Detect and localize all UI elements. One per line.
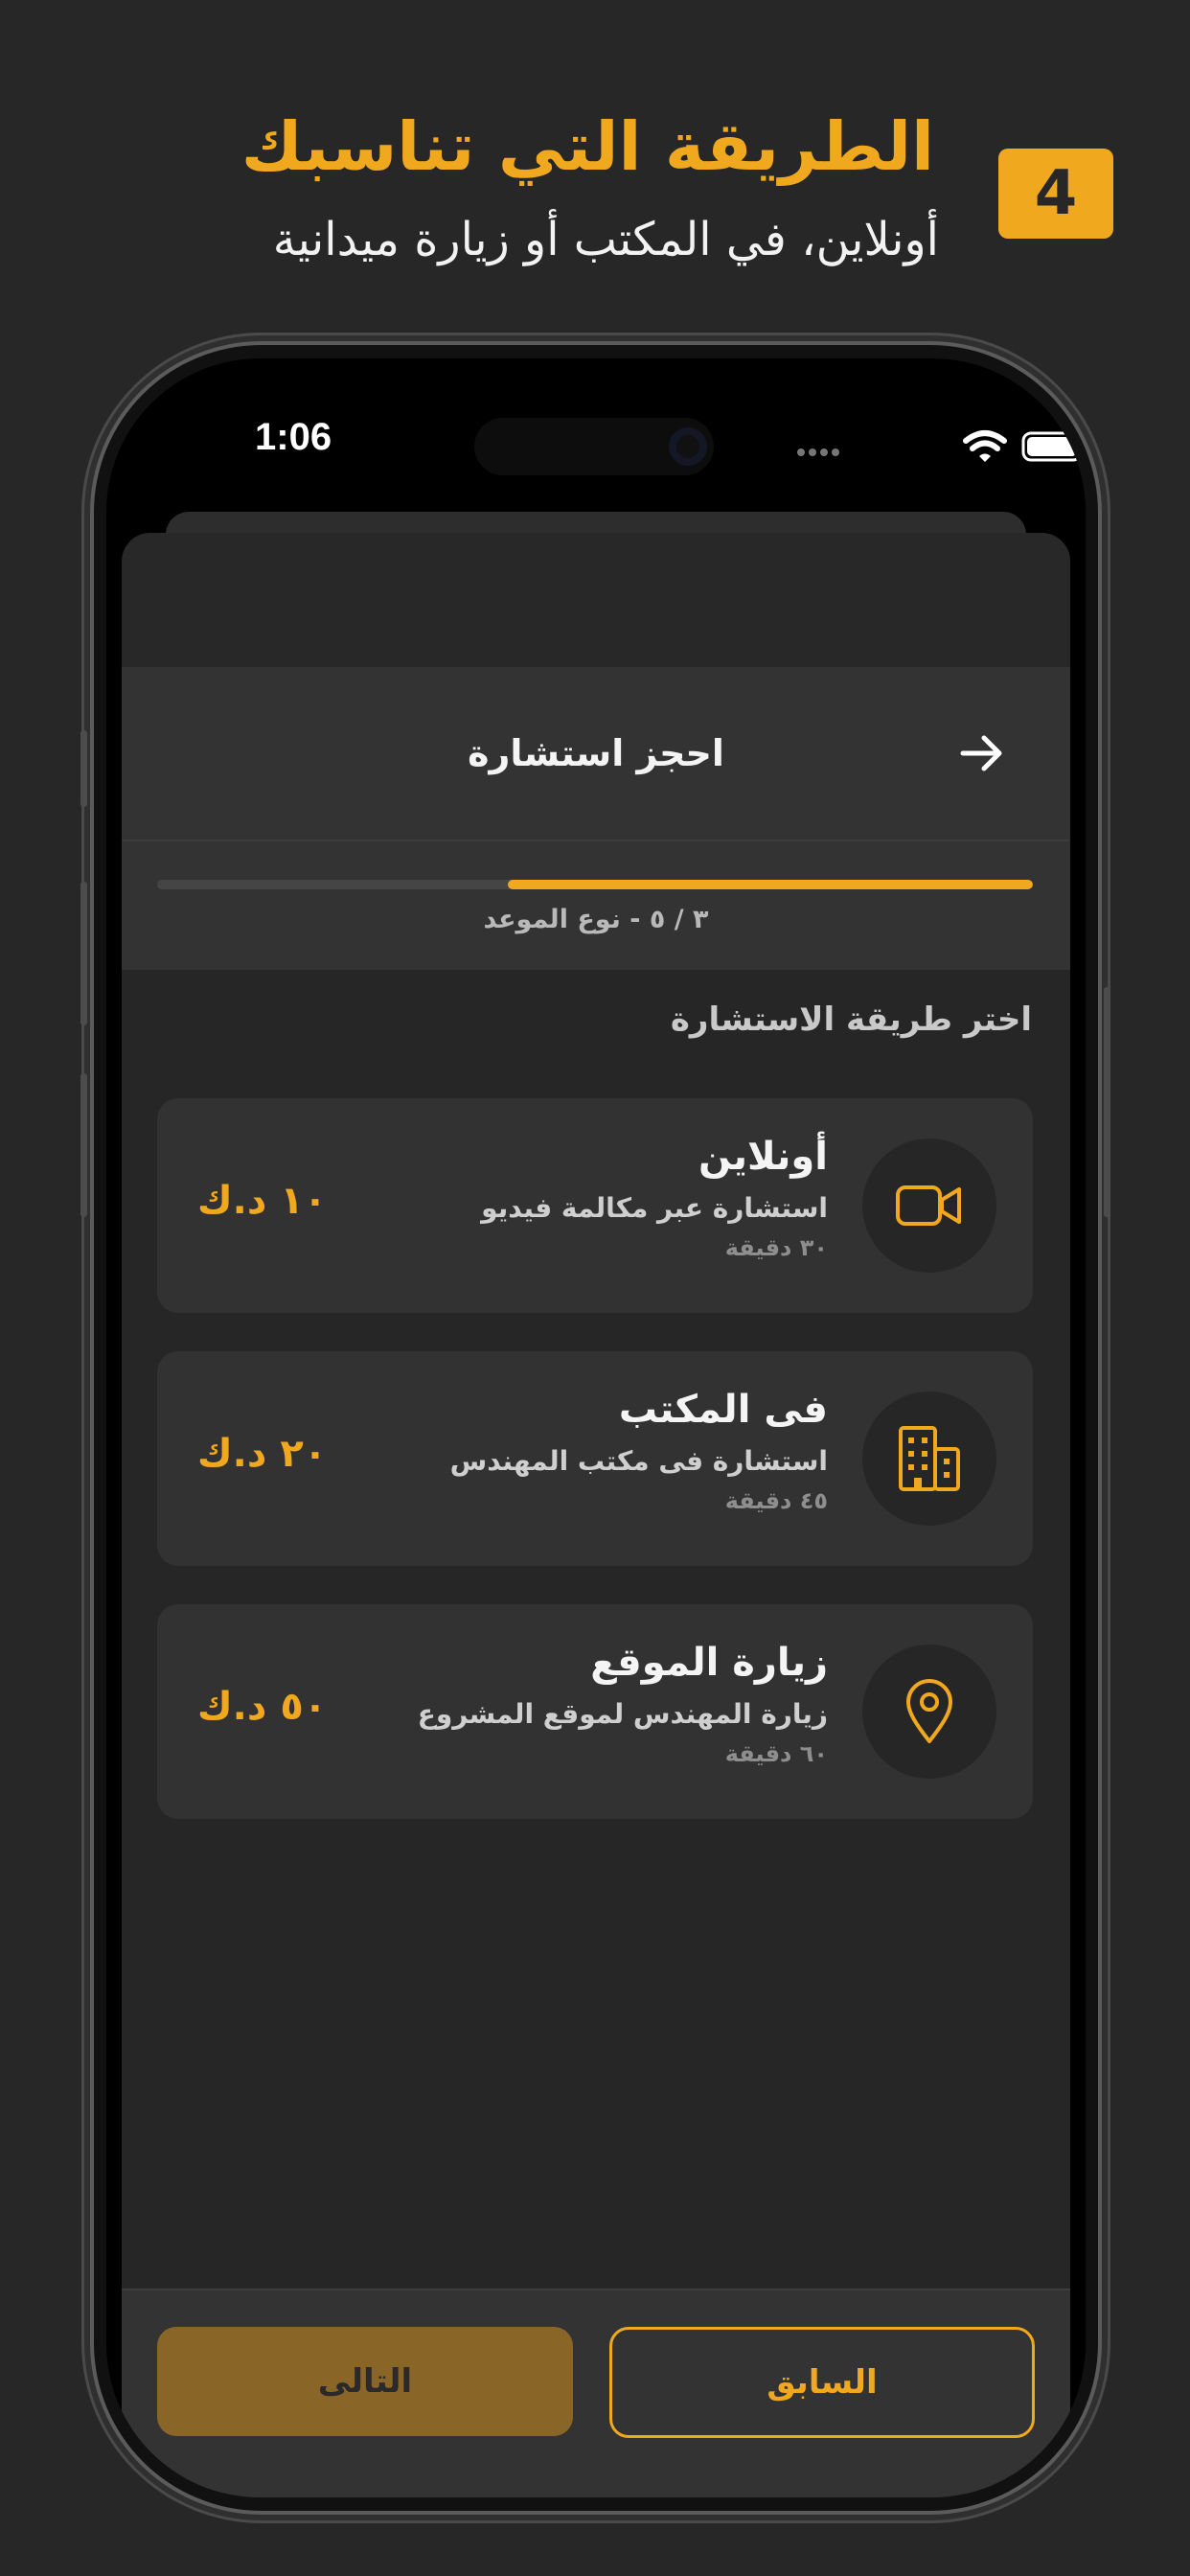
option-price: ١٠ د.ك (197, 1179, 328, 1223)
option-duration: ٤٥ دقيقة (724, 1487, 828, 1514)
wifi-icon (963, 430, 1007, 462)
status-icons (791, 427, 1086, 466)
video-camera-icon (896, 1185, 961, 1226)
progress-track (157, 880, 1033, 889)
side-button-volume-up (80, 882, 87, 1025)
option-card-online[interactable]: أونلاين استشارة عبر مكالمة فيديو ٣٠ دقيق… (157, 1098, 1033, 1313)
progress-section: ٣ / ٥ - نوع الموعد (122, 841, 1070, 970)
option-icon-circle (862, 1644, 996, 1779)
option-icon-circle (862, 1138, 996, 1273)
option-description: زيارة المهندس لموقع المشروع (417, 1698, 828, 1730)
option-icon-circle (862, 1392, 996, 1526)
battery-icon (1021, 431, 1086, 462)
side-button-volume-down (80, 1073, 87, 1217)
next-button[interactable]: التالى (157, 2327, 573, 2436)
building-icon (899, 1426, 960, 1491)
option-title: زيارة الموقع (590, 1641, 828, 1685)
status-time: 1:06 (255, 416, 332, 458)
nav-bar: احجز استشارة (122, 667, 1070, 841)
option-duration: ٣٠ دقيقة (724, 1234, 828, 1261)
step-badge: 4 (998, 149, 1113, 239)
option-duration: ٦٠ دقيقة (724, 1740, 828, 1767)
previous-button[interactable]: السابق (609, 2327, 1035, 2438)
side-button-power (1104, 987, 1110, 1217)
promo-subtitle: أونلاين، في المكتب أو زيارة ميدانية (272, 213, 939, 266)
section-title: اختر طريقة الاستشارة (670, 1000, 1032, 1039)
option-price: ٢٠ د.ك (197, 1432, 328, 1476)
option-card-site-visit[interactable]: زيارة الموقع زيارة المهندس لموقع المشروع… (157, 1604, 1033, 1819)
page-title: احجز استشارة (468, 732, 724, 774)
phone-screen: 1:06 احجز استشارة ٣ / ٥ - نوع الموعد اخت… (106, 358, 1086, 2497)
option-title: فى المكتب (618, 1388, 828, 1432)
sheet-top-spacer (122, 533, 1070, 667)
option-price: ٥٠ د.ك (197, 1685, 328, 1729)
progress-label: ٣ / ٥ - نوع الموعد (483, 905, 709, 934)
option-title: أونلاين (698, 1135, 828, 1179)
bottom-action-bar: التالى السابق (122, 2288, 1070, 2497)
side-button-mute (80, 730, 87, 807)
promo-title: الطريقة التي تناسبك (240, 107, 934, 186)
map-pin-icon (906, 1679, 952, 1743)
option-card-office[interactable]: فى المكتب استشارة فى مكتب المهندس ٤٥ دقي… (157, 1351, 1033, 1566)
signal-dots-icon (797, 448, 839, 456)
camera-icon (669, 427, 707, 466)
option-description: استشارة عبر مكالمة فيديو (481, 1192, 828, 1224)
booking-sheet: احجز استشارة ٣ / ٥ - نوع الموعد اختر طري… (122, 533, 1070, 2497)
option-description: استشارة فى مكتب المهندس (449, 1445, 828, 1477)
arrow-right-icon[interactable] (955, 726, 1009, 780)
progress-fill (507, 880, 1033, 889)
